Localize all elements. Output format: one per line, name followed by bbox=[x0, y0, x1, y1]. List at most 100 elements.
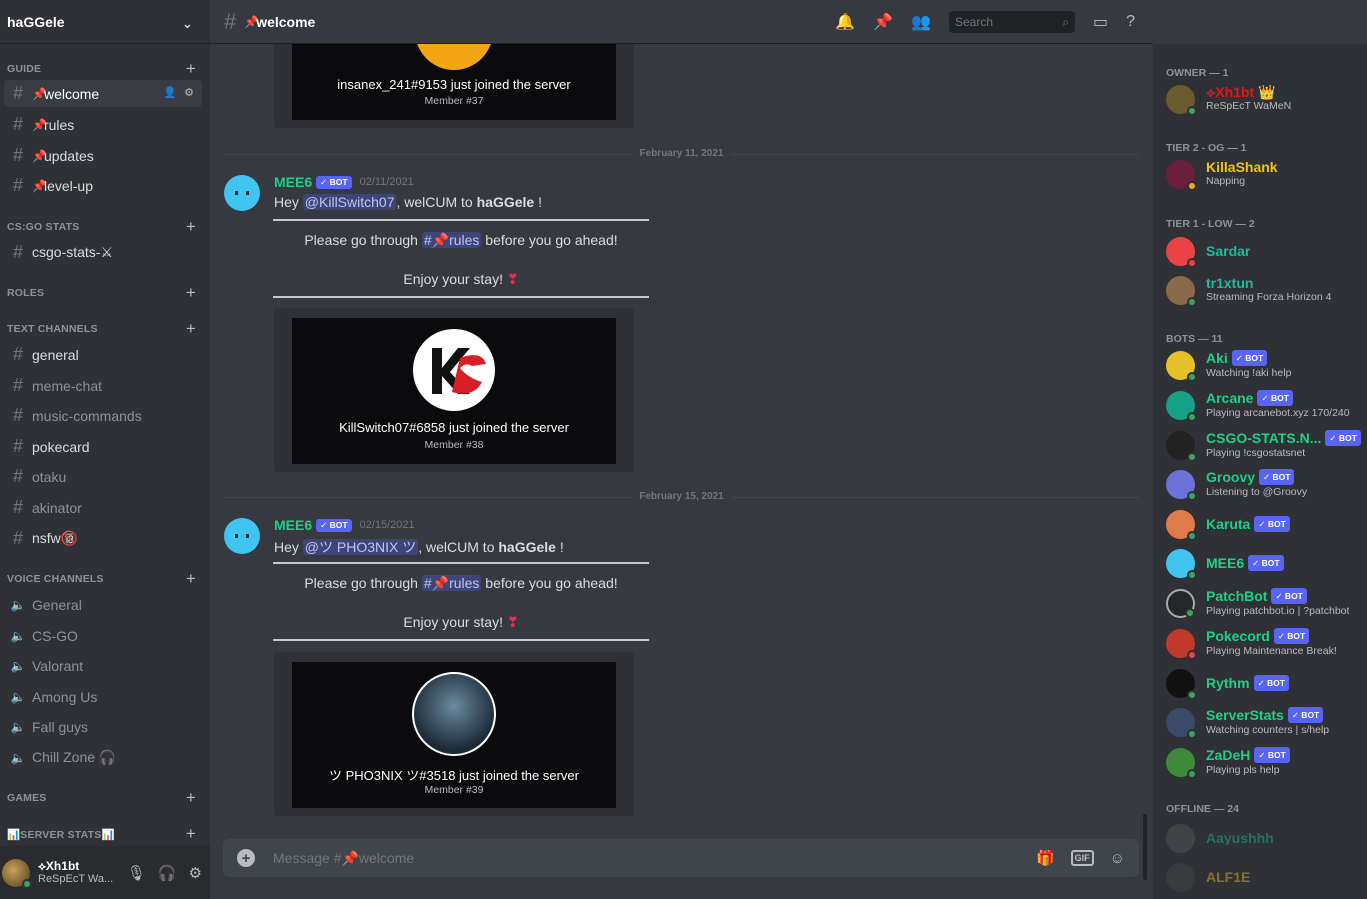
avatar[interactable] bbox=[224, 518, 260, 554]
member-item[interactable]: Karuta ✓ BOT bbox=[1166, 506, 1364, 542]
member-item[interactable]: CSGO-STATS.N... ✓ BOT Playing !csgostatsne… bbox=[1166, 427, 1364, 463]
member-item[interactable]: Rythm ✓ BOT bbox=[1166, 665, 1364, 701]
inbox-icon[interactable]: ▭ bbox=[1093, 12, 1108, 32]
member-item[interactable]: KillaShank Napping bbox=[1166, 156, 1364, 192]
date-label: February 11, 2021 bbox=[631, 148, 732, 159]
category-games[interactable]: GAMES + bbox=[7, 788, 196, 808]
add-channel-icon[interactable]: + bbox=[186, 788, 196, 808]
gear-icon[interactable]: ⚙ bbox=[189, 864, 202, 882]
members-icon[interactable]: 👥 bbox=[911, 12, 931, 32]
member-item[interactable]: ServerStats ✓ BOT Watching counters | s/he… bbox=[1166, 704, 1364, 740]
channel-otaku[interactable]: # otaku bbox=[4, 463, 202, 490]
gift-icon[interactable]: 🎁 bbox=[1036, 849, 1055, 867]
user-mention[interactable]: @KillSwitch07 bbox=[302, 194, 397, 210]
category-csgo-stats[interactable]: CS:GO STATS + bbox=[7, 217, 196, 237]
member-item[interactable]: ⟡Xh1bt 👑 ReSpEcT WaMeN bbox=[1166, 81, 1364, 117]
category-voice-channels[interactable]: VOICE CHANNELS + bbox=[7, 569, 196, 589]
timestamp: 02/11/2021 bbox=[359, 176, 414, 188]
channel-meme-chat[interactable]: # meme-chat bbox=[4, 372, 202, 399]
author-name[interactable]: MEE6 bbox=[274, 517, 312, 533]
voice-channel[interactable]: 🔈 General bbox=[4, 591, 202, 618]
server-name: haGGele bbox=[7, 13, 65, 30]
microphone-icon[interactable]: 🎙 bbox=[127, 864, 146, 882]
gif-button[interactable]: GIF bbox=[1070, 850, 1094, 866]
user-info[interactable]: ⟡Xh1bt ReSpEcT Wa... bbox=[38, 859, 127, 886]
member-item[interactable]: Aki ✓ BOT Watching !aki help bbox=[1166, 347, 1364, 383]
add-channel-icon[interactable]: + bbox=[186, 824, 196, 844]
gear-icon[interactable]: ⚙ bbox=[184, 86, 194, 99]
hash-icon: # bbox=[12, 375, 23, 395]
channel-level-up[interactable]: # 📌 level-up bbox=[4, 172, 202, 199]
channel-label: CS-GO bbox=[32, 627, 78, 644]
voice-channel[interactable]: 🔈 Among Us bbox=[4, 683, 202, 710]
message-text: Hey @ツ PHO3NIX ツ, welCUM to haGGele ! bbox=[274, 537, 564, 557]
member-name: Aayushhh bbox=[1206, 831, 1274, 845]
add-attachment-icon[interactable]: + bbox=[237, 849, 255, 867]
add-channel-icon[interactable]: + bbox=[186, 59, 196, 79]
separator-line bbox=[273, 562, 649, 564]
member-status: Listening to @Groovy bbox=[1206, 486, 1308, 498]
add-channel-icon[interactable]: + bbox=[186, 319, 196, 339]
server-header[interactable]: haGGele ⌄ bbox=[0, 0, 210, 44]
member-item[interactable]: Sardar bbox=[1166, 233, 1364, 269]
speaker-icon: 🔈 bbox=[10, 628, 26, 643]
add-channel-icon[interactable]: + bbox=[186, 569, 196, 589]
channel-akinator[interactable]: # akinator bbox=[4, 494, 202, 521]
help-icon[interactable]: ? bbox=[1126, 13, 1135, 31]
category-text-channels[interactable]: TEXT CHANNELS + bbox=[7, 319, 196, 339]
category-guide[interactable]: GUIDE + bbox=[7, 59, 196, 79]
member-item[interactable]: PatchBot ✓ BOT Playing patchbot.io | ?patc… bbox=[1166, 585, 1364, 621]
avatar[interactable] bbox=[2, 858, 32, 889]
online-status-dot bbox=[1187, 296, 1197, 307]
channel-general[interactable]: # general bbox=[4, 341, 202, 368]
member-item[interactable]: Arcane ✓ BOT Playing arcanebot.xyz 170/240 bbox=[1166, 387, 1364, 423]
separator-line bbox=[273, 296, 649, 298]
channel-mention[interactable]: #📌rules bbox=[421, 575, 482, 591]
avatar[interactable] bbox=[224, 175, 260, 211]
voice-channel[interactable]: 🔈 Valorant bbox=[4, 652, 202, 679]
voice-channel[interactable]: 🔈 Fall guys bbox=[4, 713, 202, 740]
message-input[interactable]: Message #📌welcome bbox=[273, 850, 1036, 867]
pin-icon[interactable]: 📌 bbox=[873, 12, 893, 32]
voice-channel[interactable]: 🔈 CS-GO bbox=[4, 622, 202, 649]
channel-csgo-stats[interactable]: # csgo-stats-⚔ bbox=[4, 239, 202, 266]
member-item[interactable]: ZaDeH ✓ BOT Playing pls help bbox=[1166, 744, 1364, 780]
emoji-icon[interactable]: ☺ bbox=[1110, 850, 1125, 867]
bell-icon[interactable]: 🔔 bbox=[835, 12, 855, 32]
channel-updates[interactable]: # 📌 updates bbox=[4, 142, 202, 169]
idle-status-dot bbox=[1187, 180, 1197, 191]
channel-rules[interactable]: # 📌 rules bbox=[4, 111, 202, 138]
channel-pokecard[interactable]: # pokecard bbox=[4, 433, 202, 460]
message-composer[interactable]: + Message #📌welcome 🎁 GIF ☺ bbox=[223, 839, 1139, 877]
invite-icon[interactable]: 👤 bbox=[163, 86, 177, 99]
voice-channel[interactable]: 🔈 Chill Zone 🎧 bbox=[4, 744, 202, 771]
author-name[interactable]: MEE6 bbox=[274, 174, 312, 190]
add-channel-icon[interactable]: + bbox=[186, 217, 196, 237]
welcome-card: KillSwitch07#6858 just joined the server… bbox=[292, 318, 616, 464]
channel-mention[interactable]: #📌rules bbox=[421, 232, 482, 248]
user-mention[interactable]: @ツ PHO3NIX ツ bbox=[302, 539, 419, 555]
channel-nsfw[interactable]: # nsfw🔞 bbox=[4, 525, 202, 552]
category-server-stats[interactable]: 📊SERVER STATS📊 + bbox=[7, 824, 196, 844]
bot-badge: ✓ BOT bbox=[1254, 747, 1290, 763]
channel-music-commands[interactable]: # music-commands bbox=[4, 402, 202, 429]
add-channel-icon[interactable]: + bbox=[186, 283, 196, 303]
member-item[interactable]: Aayushhh bbox=[1166, 820, 1364, 856]
channel-label: meme-chat bbox=[32, 377, 103, 394]
member-item[interactable]: MEE6 ✓ BOT bbox=[1166, 545, 1364, 581]
scrollbar[interactable] bbox=[1143, 814, 1147, 880]
member-status: Watching !aki help bbox=[1206, 367, 1292, 379]
channel-label: rules bbox=[43, 116, 75, 133]
text-part: , welCUM to bbox=[396, 194, 477, 210]
category-roles[interactable]: ROLES + bbox=[7, 283, 196, 303]
member-item[interactable]: Pokecord ✓ BOT Playing Maintenance Break! bbox=[1166, 625, 1364, 661]
member-number: Member #39 bbox=[424, 784, 484, 796]
headphones-icon[interactable]: 🎧 bbox=[158, 864, 177, 882]
avatar bbox=[1166, 390, 1197, 422]
member-item[interactable]: tr1xtun Streaming Forza Horizon 4 bbox=[1166, 272, 1364, 308]
channel-welcome[interactable]: # 📌 welcome 👤 ⚙ bbox=[4, 80, 202, 107]
chevron-down-icon[interactable]: ⌄ bbox=[182, 16, 194, 31]
search-input[interactable]: Search ⌕ bbox=[948, 11, 1075, 33]
member-item[interactable]: Groovy ✓ BOT Listening to @Groovy bbox=[1166, 466, 1364, 502]
member-item[interactable]: ALF1E bbox=[1166, 859, 1364, 895]
